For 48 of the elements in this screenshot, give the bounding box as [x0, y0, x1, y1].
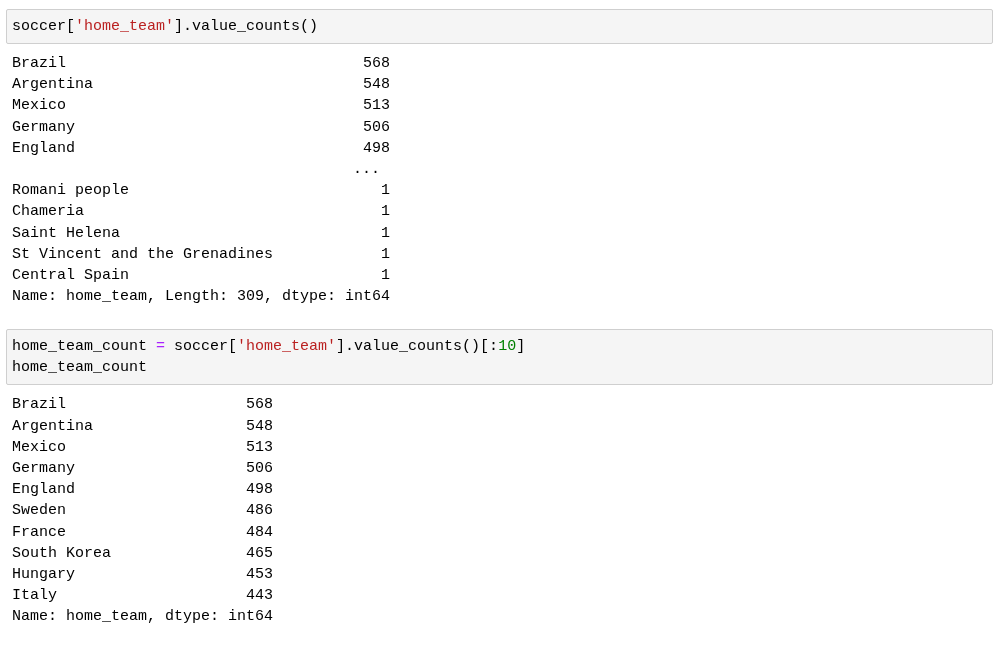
index-label: Brazil: [12, 395, 67, 416]
index-label: Germany: [12, 459, 76, 480]
index-label: France: [12, 522, 67, 543]
count-value: 484: [246, 522, 274, 543]
count-value: 1: [381, 202, 391, 223]
count-value: 1: [381, 266, 391, 287]
count-value: 498: [246, 480, 274, 501]
index-label: Argentina: [12, 75, 94, 96]
count-value: 443: [246, 586, 274, 607]
index-label: Central Spain: [12, 266, 131, 287]
index-label: South Korea: [12, 543, 113, 564]
index-label: Germany: [12, 117, 76, 138]
count-value: 506: [363, 117, 391, 138]
index-label: Chameria: [12, 202, 85, 223]
count-value: 1: [381, 244, 391, 265]
index-label: Argentina: [12, 416, 94, 437]
index-label: England: [12, 138, 76, 159]
series-info-text: Name: home_team, dtype: int64: [12, 607, 274, 628]
count-value: 1: [381, 223, 391, 244]
code-input-cell[interactable]: soccer['home_team'].value_counts(): [6, 9, 993, 44]
code-line: home_team_count: [12, 358, 149, 379]
count-value: 513: [363, 96, 391, 117]
count-value: 453: [246, 565, 274, 586]
count-value: 506: [246, 459, 274, 480]
count-value: 1: [381, 181, 391, 202]
index-label: England: [12, 480, 76, 501]
index-label: Mexico: [12, 96, 67, 117]
code-line: home_team_count = soccer['home_team'].value_counts()[:10]: [12, 337, 527, 358]
index-label: Brazil: [12, 54, 67, 74]
code-line: soccer['home_team'].value_counts(): [12, 17, 320, 37]
count-value: 548: [363, 75, 391, 96]
index-label: Italy: [12, 586, 58, 607]
series-info-text: Name: home_team, Length: 309, dtype: int64: [12, 287, 391, 308]
count-value: 513: [246, 437, 274, 458]
count-value: 486: [246, 501, 274, 522]
count-value: 498: [363, 138, 391, 159]
ellipsis-text: ...: [353, 160, 382, 180]
count-value: 465: [246, 543, 274, 564]
count-value: 568: [363, 54, 391, 74]
count-value: 548: [246, 416, 274, 437]
index-label: Saint Helena: [12, 223, 122, 244]
index-label: Sweden: [12, 501, 67, 522]
count-value: 568: [246, 395, 274, 416]
index-label: St Vincent and the Grenadines: [12, 244, 275, 265]
code-input-cell[interactable]: home_team_count = soccer['home_team'].value_counts()[:10] home_team_count: [6, 329, 993, 386]
index-label: Hungary: [12, 565, 76, 586]
index-label: Mexico: [12, 437, 67, 458]
index-label: Romani people: [12, 181, 131, 202]
